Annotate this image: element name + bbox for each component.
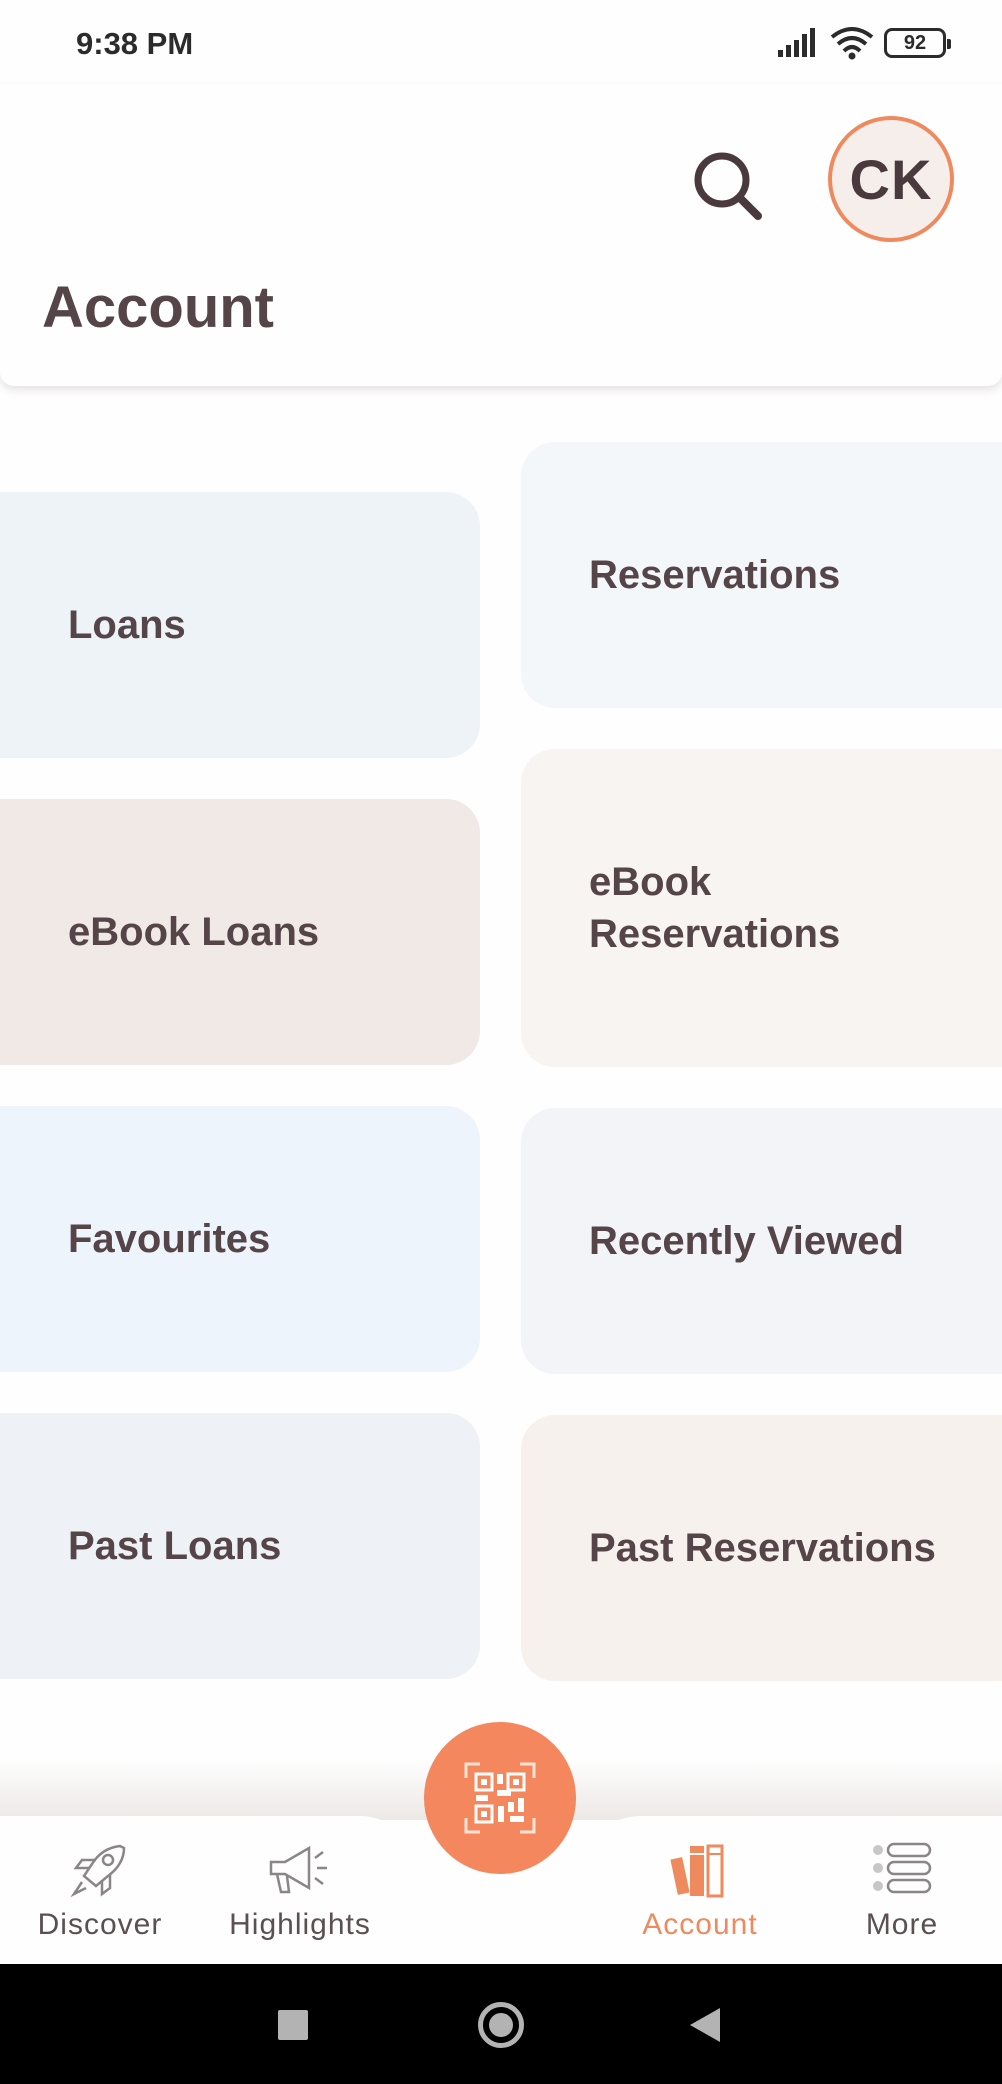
qr-code-icon xyxy=(464,1762,536,1834)
favourites-card[interactable]: Favourites xyxy=(0,1106,480,1372)
reservations-card[interactable]: Reservations xyxy=(521,442,1002,708)
nav-account[interactable]: Account xyxy=(610,1840,790,1950)
nav-discover-label: Discover xyxy=(37,1908,163,1941)
books-icon xyxy=(670,1844,724,1898)
ebook-loans-label: eBook Loans xyxy=(68,910,320,954)
battery-icon: 92 xyxy=(884,28,951,58)
home-button[interactable] xyxy=(478,2002,524,2048)
scan-card-button[interactable] xyxy=(424,1722,576,1874)
loans-card[interactable]: Loans xyxy=(0,492,480,758)
megaphone-icon xyxy=(269,1845,327,1894)
list-icon xyxy=(873,1842,932,1894)
ebook-loans-card[interactable]: eBook Loans xyxy=(0,799,480,1065)
wifi-icon xyxy=(830,27,874,60)
favourites-label: Favourites xyxy=(68,1217,271,1261)
search-icon xyxy=(694,152,762,220)
reservations-label: Reservations xyxy=(589,553,841,597)
status-bar: 9:38 PM 92 xyxy=(0,0,1002,90)
nav-more[interactable]: More xyxy=(812,1840,992,1950)
nav-highlights-label: Highlights xyxy=(229,1908,371,1941)
past-loans-label: Past Loans xyxy=(68,1524,282,1568)
recents-button[interactable] xyxy=(278,2010,308,2040)
nav-account-label: Account xyxy=(642,1908,758,1941)
past-reservations-label: Past Reservations xyxy=(589,1526,936,1570)
loans-label: Loans xyxy=(68,603,186,647)
nav-more-label: More xyxy=(865,1908,939,1941)
header: CK Account xyxy=(0,84,1002,386)
past-loans-card[interactable]: Past Loans xyxy=(0,1413,480,1679)
page-title: Account xyxy=(42,275,274,340)
battery-level: 92 xyxy=(903,32,927,54)
search-button[interactable] xyxy=(686,144,770,228)
nav-highlights[interactable]: Highlights xyxy=(210,1840,390,1950)
status-time: 9:38 PM xyxy=(76,26,194,61)
avatar[interactable]: CK xyxy=(828,116,954,242)
past-reservations-card[interactable]: Past Reservations xyxy=(521,1415,1002,1681)
ebook-reservations-card[interactable]: eBook Reservations xyxy=(521,749,1002,1067)
avatar-initials: CK xyxy=(849,147,933,211)
signal-icon xyxy=(778,28,815,57)
back-button[interactable] xyxy=(690,2008,720,2042)
recently-viewed-label: Recently Viewed xyxy=(589,1219,904,1263)
recently-viewed-card[interactable]: Recently Viewed xyxy=(521,1108,1002,1374)
ebook-reservations-label: eBook Reservations xyxy=(589,860,841,956)
rocket-icon xyxy=(70,1844,126,1898)
nav-discover[interactable]: Discover xyxy=(10,1840,190,1950)
